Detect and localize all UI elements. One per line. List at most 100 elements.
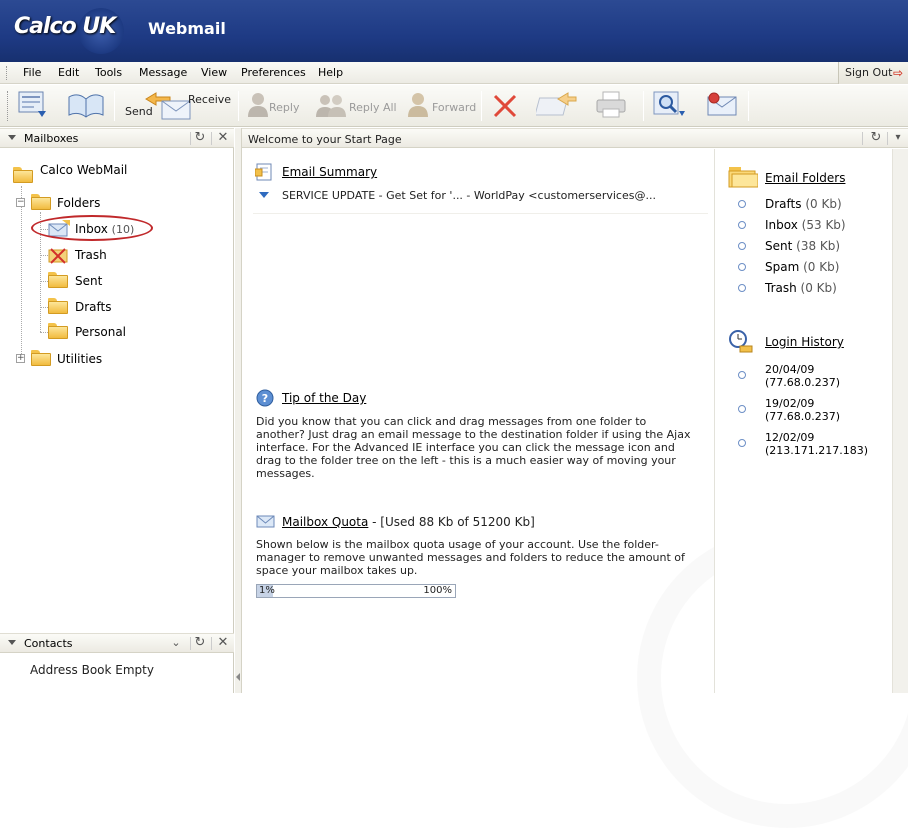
search-button[interactable] <box>652 89 688 123</box>
chevron-down-icon[interactable]: ⌄ <box>168 635 184 651</box>
address-book-button[interactable] <box>66 89 106 123</box>
menu-bar: File Edit Tools Message View Preferences… <box>0 62 908 84</box>
forward-label: Forward <box>432 101 477 114</box>
chevron-down-icon[interactable]: ▾ <box>890 130 906 146</box>
collapse-arrow-icon[interactable] <box>236 673 240 681</box>
folder-name: Inbox <box>765 218 798 232</box>
email-folder-inbox[interactable]: Inbox (53 Kb) <box>765 218 846 232</box>
email-folder-spam[interactable]: Spam (0 Kb) <box>765 260 839 274</box>
inbox-highlight-ring <box>31 215 153 241</box>
header-divider <box>211 637 212 650</box>
collapse-folders-toggle[interactable]: − <box>16 198 25 207</box>
tree-sent[interactable]: Sent <box>75 274 102 288</box>
refresh-icon[interactable]: ↻ <box>868 130 884 146</box>
menu-view[interactable]: View <box>201 66 227 79</box>
email-summary-link[interactable]: Email Summary <box>282 165 377 179</box>
bullet-icon <box>738 439 746 447</box>
tree-root-calco-webmail[interactable]: Calco WebMail <box>40 163 127 177</box>
close-icon[interactable]: ✕ <box>215 635 231 651</box>
folder-name: Spam <box>765 260 800 274</box>
tree-folders[interactable]: Folders <box>57 196 100 210</box>
header-divider <box>190 637 191 650</box>
delete-button[interactable] <box>490 89 522 123</box>
folder-name: Sent <box>765 239 793 253</box>
login-history-link[interactable]: Login History <box>765 335 844 349</box>
reply-all-people-icon <box>316 95 346 117</box>
reply-all-label: Reply All <box>349 101 397 114</box>
folder-size: (38 Kb) <box>796 239 841 253</box>
header-divider <box>887 132 888 145</box>
summary-message-line[interactable]: SERVICE UPDATE - Get Set for '... - Worl… <box>282 189 656 202</box>
print-button[interactable] <box>594 89 630 123</box>
tree-trash[interactable]: Trash <box>75 248 107 262</box>
bullet-icon <box>738 284 746 292</box>
toolbar-separator <box>643 91 644 121</box>
menu-help[interactable]: Help <box>318 66 343 79</box>
compose-icon <box>18 91 46 117</box>
refresh-icon[interactable]: ↻ <box>192 635 208 651</box>
menu-file[interactable]: File <box>23 66 41 79</box>
collapse-triangle-icon[interactable] <box>8 640 16 645</box>
compose-button[interactable] <box>16 89 52 123</box>
email-folder-trash[interactable]: Trash (0 Kb) <box>765 281 837 295</box>
header-divider <box>190 132 191 145</box>
tree-line <box>40 281 48 282</box>
menu-message[interactable]: Message <box>139 66 187 79</box>
right-scrollbar[interactable] <box>892 149 908 693</box>
refresh-icon[interactable]: ↻ <box>192 130 208 146</box>
start-page-header: Welcome to your Start Page ↻ ▾ <box>242 128 908 148</box>
receive-label: Receive <box>188 93 232 106</box>
tip-line: interface. For the Advanced IE interface… <box>256 441 675 454</box>
login-date: 12/02/09 <box>765 431 815 444</box>
folder-name: Trash <box>765 281 797 295</box>
folder-name: Drafts <box>765 197 802 211</box>
email-folders-icon <box>728 167 758 188</box>
forward-person-icon <box>408 93 428 117</box>
tree-utilities[interactable]: Utilities <box>57 352 102 366</box>
forward-button[interactable]: Forward <box>406 89 477 123</box>
quota-line: Shown below is the mailbox quota usage o… <box>256 538 659 551</box>
folder-size: (0 Kb) <box>803 260 840 274</box>
sign-out-button[interactable]: Sign Out ⇨ <box>838 62 908 84</box>
tip-of-the-day-link[interactable]: Tip of the Day <box>282 391 366 405</box>
tree-line <box>40 255 48 256</box>
toolbar-separator <box>748 91 749 121</box>
mailbox-quota-link[interactable]: Mailbox Quota <box>282 515 368 529</box>
header-divider <box>211 132 212 145</box>
sign-out-label: Sign Out <box>845 66 893 79</box>
expand-triangle-icon[interactable] <box>259 192 269 198</box>
login-date: 19/02/09 <box>765 397 815 410</box>
tip-line: Did you know that you can click and drag… <box>256 415 647 428</box>
left-panel: Mailboxes ↻ ✕ Calco WebMail − Folders In… <box>0 128 234 693</box>
reply-button[interactable]: Reply <box>246 89 302 123</box>
bullet-icon <box>738 221 746 229</box>
email-folder-sent[interactable]: Sent (38 Kb) <box>765 239 840 253</box>
expand-utilities-toggle[interactable]: + <box>16 354 25 363</box>
sent-folder-icon <box>48 272 68 288</box>
reply-person-icon <box>248 93 268 117</box>
email-folders-link[interactable]: Email Folders <box>765 171 845 185</box>
quota-total-label: 100% <box>423 585 452 596</box>
menu-preferences[interactable]: Preferences <box>241 66 306 79</box>
close-icon[interactable]: ✕ <box>215 130 231 146</box>
start-page-title: Welcome to your Start Page <box>248 133 402 146</box>
email-summary-icon <box>255 163 272 181</box>
tree-line <box>21 186 22 358</box>
menu-edit[interactable]: Edit <box>58 66 79 79</box>
help-icon: ? <box>256 389 274 407</box>
reply-all-button[interactable]: Reply All <box>314 89 397 123</box>
toolbar: Send Receive Reply Reply All Forward <box>0 85 908 127</box>
bullet-icon <box>738 371 746 379</box>
mailbox-settings-button[interactable] <box>704 89 740 123</box>
tree-drafts[interactable]: Drafts <box>75 300 112 314</box>
utilities-folder-icon <box>31 350 51 366</box>
menu-tools[interactable]: Tools <box>95 66 122 79</box>
quota-progress-bar: 1% 100% <box>256 584 456 598</box>
move-message-button[interactable] <box>534 89 578 123</box>
panel-splitter[interactable] <box>235 128 242 693</box>
collapse-triangle-icon[interactable] <box>8 135 16 140</box>
folder-size: (53 Kb) <box>801 218 846 232</box>
email-folder-drafts[interactable]: Drafts (0 Kb) <box>765 197 842 211</box>
send-receive-button[interactable]: Send Receive <box>120 89 232 123</box>
tree-personal[interactable]: Personal <box>75 325 126 339</box>
